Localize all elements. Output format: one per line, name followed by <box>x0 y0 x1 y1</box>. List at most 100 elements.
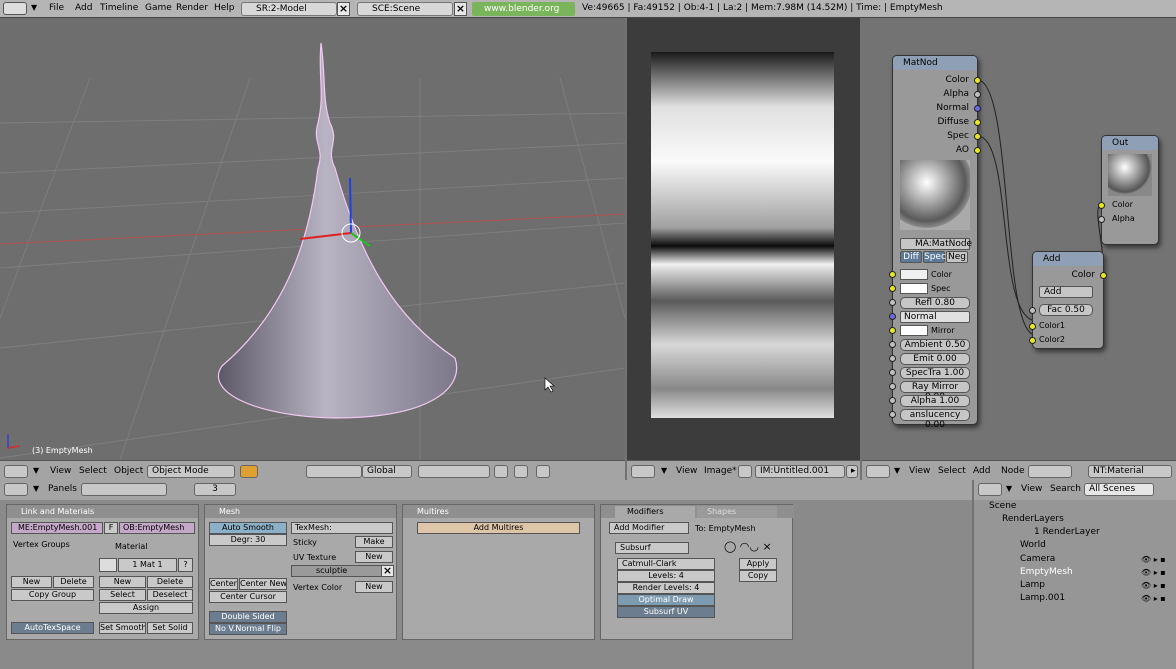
z-manipulator[interactable] <box>349 177 352 234</box>
socket-alpha-in[interactable] <box>889 397 896 404</box>
socket-refl-in[interactable] <box>889 299 896 306</box>
texmesh-field[interactable]: TexMesh: <box>291 522 393 534</box>
blender-link[interactable]: www.blender.org 249.2 <box>472 2 575 28</box>
socket-ambient-in[interactable] <box>889 341 896 348</box>
collapse-icon[interactable]: ▼ <box>31 3 37 12</box>
panels-menu[interactable]: Panels <box>48 484 77 494</box>
add-multires-button[interactable]: Add Multires <box>417 522 580 534</box>
frame-field[interactable]: 3 <box>194 483 236 496</box>
socket-mirror-in[interactable] <box>889 327 896 334</box>
add-modifier-button[interactable]: Add Modifier <box>609 522 689 534</box>
socket-ao-out[interactable] <box>974 147 981 154</box>
double-sided-button[interactable]: Double Sided <box>209 611 287 623</box>
editor-type-icon[interactable] <box>4 465 28 478</box>
fake-user-button[interactable]: F <box>104 522 118 534</box>
editor-type-icon[interactable] <box>631 465 655 478</box>
uv-delete-icon[interactable]: × <box>381 565 394 577</box>
collapse-icon[interactable]: ▼ <box>661 466 667 475</box>
center-new-button[interactable]: Center New <box>239 578 287 590</box>
collapse-icon[interactable]: ▼ <box>33 484 39 493</box>
emit-field[interactable]: Emit 0.00 <box>900 353 970 365</box>
lock-icon[interactable] <box>494 465 508 478</box>
subsurf-uv-toggle[interactable]: Subsurf UV <box>617 606 715 618</box>
outliner-lamp001[interactable]: Lamp.001 <box>1020 593 1065 603</box>
orientation-select[interactable]: Global <box>362 465 412 478</box>
refl-field[interactable]: Refl 0.80 <box>900 297 970 309</box>
arrow-right-icon[interactable]: ▸ <box>846 465 858 478</box>
mesh-datablock[interactable]: ME:EmptyMesh.001 <box>11 522 103 534</box>
menu-view[interactable]: View <box>1021 484 1042 494</box>
outliner-lamp[interactable]: Lamp <box>1020 580 1045 590</box>
mode-select[interactable]: Object Mode <box>147 465 235 478</box>
menu-help[interactable]: Help <box>214 3 235 13</box>
copy-button[interactable]: Copy <box>739 570 777 582</box>
visibility-icons[interactable]: 👁 ▸ ▪ <box>1141 581 1166 590</box>
outliner-emptymesh[interactable]: EmptyMesh <box>1020 567 1073 577</box>
menu-view[interactable]: View <box>676 466 697 476</box>
editor-type-icon[interactable] <box>866 465 890 478</box>
menu-node[interactable]: Node <box>1001 466 1025 476</box>
alpha-field[interactable]: Alpha 1.00 <box>900 395 970 407</box>
socket-spec-out[interactable] <box>974 133 981 140</box>
material-deselect-button[interactable]: Deselect <box>147 589 193 601</box>
socket-normal-in[interactable] <box>889 313 896 320</box>
material-index[interactable]: 1 Mat 1 <box>118 558 177 572</box>
node-editor[interactable]: MatNod Color Alpha Normal Diffuse Spec A… <box>862 18 1176 460</box>
render-icon[interactable] <box>514 465 528 478</box>
subdivision-type[interactable]: Catmull-Clark <box>617 558 715 570</box>
socket-normal-out[interactable] <box>974 105 981 112</box>
optimal-draw-toggle[interactable]: Optimal Draw <box>617 594 715 606</box>
fac-field[interactable]: Fac 0.50 <box>1039 304 1093 316</box>
material-help[interactable]: ? <box>178 558 193 572</box>
vc-new-button[interactable]: New <box>355 581 393 593</box>
add-node[interactable]: Add Color Add Fac 0.50 Color1 Color2 <box>1029 251 1107 349</box>
levels-field[interactable]: Levels: 4 <box>617 570 715 582</box>
cone-mesh[interactable] <box>217 42 458 419</box>
vg-new-button[interactable]: New <box>11 576 52 588</box>
toggle-spec[interactable]: Spec <box>923 251 946 263</box>
image-select[interactable]: IM:Untitled.001 <box>755 465 845 478</box>
screen-select[interactable]: SR:2-Model <box>241 2 337 16</box>
assign-button[interactable]: Assign <box>99 602 193 614</box>
screen-delete-icon[interactable]: × <box>337 2 350 16</box>
apply-button[interactable]: Apply <box>739 558 777 570</box>
scene-filter[interactable]: All Scenes <box>1084 483 1154 496</box>
menu-render[interactable]: Render <box>176 3 208 13</box>
socket-emit-in[interactable] <box>889 355 896 362</box>
menu-timeline[interactable]: Timeline <box>100 3 138 13</box>
modifier-controls-icons[interactable]: ◯ ◠◡ × <box>724 540 772 553</box>
socket-color-in[interactable] <box>889 271 896 278</box>
blend-select[interactable]: Add <box>1039 286 1093 298</box>
socket-spectra-in[interactable] <box>889 369 896 376</box>
socket-spec-in[interactable] <box>889 285 896 292</box>
socket-raymirror-in[interactable] <box>889 383 896 390</box>
socket-translucency-in[interactable] <box>889 411 896 418</box>
material-delete-button[interactable]: Delete <box>147 576 193 588</box>
auto-smooth-button[interactable]: Auto Smooth <box>209 522 287 534</box>
outliner-scene[interactable]: Scene <box>989 501 1016 511</box>
set-solid-button[interactable]: Set Solid <box>147 622 193 634</box>
center-button[interactable]: Center <box>209 578 238 590</box>
toggle-neg[interactable]: Neg <box>946 251 968 263</box>
spectra-field[interactable]: SpecTra 1.00 <box>900 367 970 379</box>
pin-icon[interactable] <box>738 465 752 478</box>
menu-select[interactable]: Select <box>79 466 107 476</box>
mirror-swatch[interactable] <box>900 325 928 336</box>
pivot-icon[interactable] <box>240 465 258 478</box>
visibility-icons[interactable]: 👁 ▸ ▪ <box>1141 568 1166 577</box>
menu-view[interactable]: View <box>909 466 930 476</box>
socket-color1-in[interactable] <box>1029 323 1036 330</box>
center-cursor-button[interactable]: Center Cursor <box>209 591 287 603</box>
normal-field[interactable]: Normal <box>900 311 970 323</box>
socket-fac-in[interactable] <box>1029 307 1036 314</box>
3d-viewport[interactable]: (3) EmptyMesh <box>0 18 625 460</box>
vg-delete-button[interactable]: Delete <box>53 576 94 588</box>
visibility-icons[interactable]: 👁 ▸ ▪ <box>1141 594 1166 603</box>
layer-buttons[interactable] <box>418 465 490 478</box>
material-select[interactable]: MA:MatNode <box>900 238 972 250</box>
material-select-button[interactable]: Select <box>99 589 146 601</box>
outliner-world[interactable]: World <box>1020 540 1046 550</box>
tab-modifiers[interactable]: Modifiers <box>615 506 695 518</box>
matnode-node[interactable]: MatNod Color Alpha Normal Diffuse Spec A… <box>889 55 981 430</box>
scene-select[interactable]: SCE:Scene <box>357 2 453 16</box>
